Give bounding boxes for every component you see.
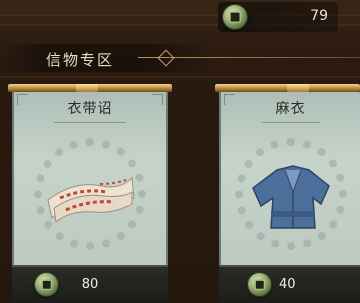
currency-amount: 79: [310, 8, 328, 24]
scroll-rod: [8, 84, 172, 92]
section-title: 信物专区: [46, 51, 115, 69]
item-name: 麻衣: [275, 101, 306, 117]
currency-display: 79: [218, 2, 338, 32]
item-price: 40: [279, 277, 296, 292]
item-panel: 衣带诏: [12, 92, 168, 267]
shop-item-card[interactable]: 麻衣 40: [215, 84, 360, 303]
blue-robe-icon: [252, 165, 330, 229]
scroll-rod: [215, 84, 360, 92]
item-price: 80: [81, 277, 99, 292]
item-panel: 麻衣: [219, 92, 360, 267]
copper-coin-icon: [247, 272, 272, 297]
section-header: 信物专区: [0, 44, 210, 72]
copper-coin-icon: [222, 4, 248, 30]
item-name: 衣带诏: [67, 101, 113, 117]
scroll-bundle-icon: [47, 176, 135, 223]
price-bar: 80: [12, 265, 168, 303]
shop-item-card[interactable]: 衣带诏 80: [8, 84, 172, 303]
price-bar: 40: [219, 265, 360, 303]
